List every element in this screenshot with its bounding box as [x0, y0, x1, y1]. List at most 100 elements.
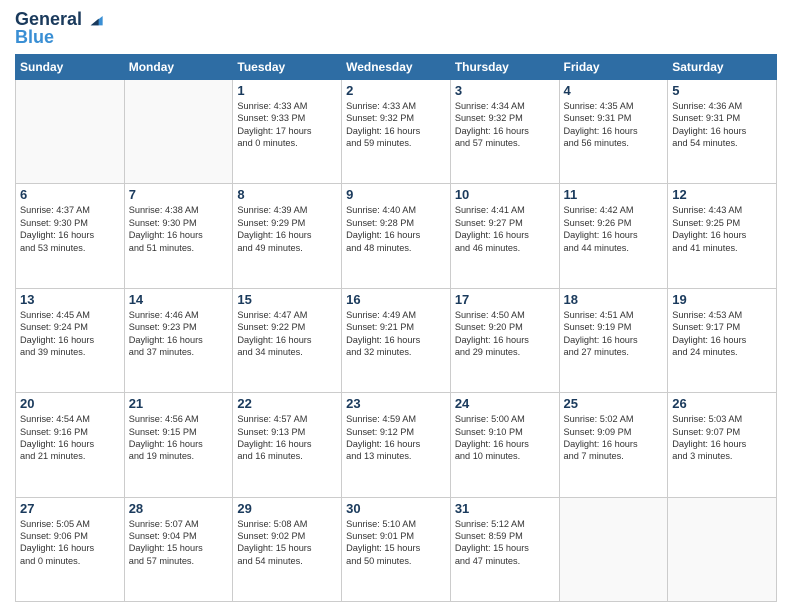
calendar-cell: 3 Sunrise: 4:34 AM Sunset: 9:32 PM Daylig… [450, 79, 559, 183]
logo: General Blue [15, 10, 104, 48]
day-number: 14 [129, 292, 229, 307]
calendar-cell [559, 497, 668, 601]
day-details: Sunrise: 5:08 AM Sunset: 9:02 PM Dayligh… [237, 518, 337, 568]
day-number: 13 [20, 292, 120, 307]
day-details: Sunrise: 5:05 AM Sunset: 9:06 PM Dayligh… [20, 518, 120, 568]
day-number: 9 [346, 187, 446, 202]
day-details: Sunrise: 4:56 AM Sunset: 9:15 PM Dayligh… [129, 413, 229, 463]
day-details: Sunrise: 4:42 AM Sunset: 9:26 PM Dayligh… [564, 204, 664, 254]
day-number: 12 [672, 187, 772, 202]
day-number: 15 [237, 292, 337, 307]
logo-blue-text: Blue [15, 28, 54, 48]
day-number: 28 [129, 501, 229, 516]
calendar-cell: 17 Sunrise: 4:50 AM Sunset: 9:20 PM Dayli… [450, 288, 559, 392]
calendar-header-thursday: Thursday [450, 54, 559, 79]
day-details: Sunrise: 4:51 AM Sunset: 9:19 PM Dayligh… [564, 309, 664, 359]
calendar-header-sunday: Sunday [16, 54, 125, 79]
day-number: 23 [346, 396, 446, 411]
calendar-cell: 6 Sunrise: 4:37 AM Sunset: 9:30 PM Daylig… [16, 184, 125, 288]
day-details: Sunrise: 5:10 AM Sunset: 9:01 PM Dayligh… [346, 518, 446, 568]
day-number: 18 [564, 292, 664, 307]
day-details: Sunrise: 4:33 AM Sunset: 9:33 PM Dayligh… [237, 100, 337, 150]
calendar-cell: 29Sunrise: 5:08 AM Sunset: 9:02 PM Dayli… [233, 497, 342, 601]
calendar-cell [124, 79, 233, 183]
day-details: Sunrise: 4:54 AM Sunset: 9:16 PM Dayligh… [20, 413, 120, 463]
day-details: Sunrise: 4:37 AM Sunset: 9:30 PM Dayligh… [20, 204, 120, 254]
day-number: 27 [20, 501, 120, 516]
calendar-cell: 13Sunrise: 4:45 AM Sunset: 9:24 PM Dayli… [16, 288, 125, 392]
day-number: 2 [346, 83, 446, 98]
day-number: 22 [237, 396, 337, 411]
week-row-5: 27 Sunrise: 5:05 AM Sunset: 9:06 PM Dayli… [16, 497, 777, 601]
day-details: Sunrise: 5:00 AM Sunset: 9:10 PM Dayligh… [455, 413, 555, 463]
calendar-cell: 26 Sunrise: 5:03 AM Sunset: 9:07 PM Dayli… [668, 393, 777, 497]
calendar-header-saturday: Saturday [668, 54, 777, 79]
day-number: 24 [455, 396, 555, 411]
day-number: 16 [346, 292, 446, 307]
day-number: 8 [237, 187, 337, 202]
day-details: Sunrise: 4:59 AM Sunset: 9:12 PM Dayligh… [346, 413, 446, 463]
day-number: 3 [455, 83, 555, 98]
day-details: Sunrise: 4:34 AM Sunset: 9:32 PM Dayligh… [455, 100, 555, 150]
calendar-cell: 10 Sunrise: 4:41 AM Sunset: 9:27 PM Dayli… [450, 184, 559, 288]
calendar-cell: 12 Sunrise: 4:43 AM Sunset: 9:25 PM Dayli… [668, 184, 777, 288]
calendar-cell: 22Sunrise: 4:57 AM Sunset: 9:13 PM Dayli… [233, 393, 342, 497]
day-details: Sunrise: 5:12 AM Sunset: 8:59 PM Dayligh… [455, 518, 555, 568]
calendar-cell: 14 Sunrise: 4:46 AM Sunset: 9:23 PM Dayli… [124, 288, 233, 392]
day-number: 11 [564, 187, 664, 202]
day-details: Sunrise: 4:33 AM Sunset: 9:32 PM Dayligh… [346, 100, 446, 150]
calendar-cell: 21 Sunrise: 4:56 AM Sunset: 9:15 PM Dayli… [124, 393, 233, 497]
calendar-cell: 24 Sunrise: 5:00 AM Sunset: 9:10 PM Dayli… [450, 393, 559, 497]
calendar-cell: 23 Sunrise: 4:59 AM Sunset: 9:12 PM Dayli… [342, 393, 451, 497]
calendar-cell: 2 Sunrise: 4:33 AM Sunset: 9:32 PM Daylig… [342, 79, 451, 183]
week-row-2: 6 Sunrise: 4:37 AM Sunset: 9:30 PM Daylig… [16, 184, 777, 288]
day-number: 4 [564, 83, 664, 98]
calendar-cell: 18 Sunrise: 4:51 AM Sunset: 9:19 PM Dayli… [559, 288, 668, 392]
calendar-cell [16, 79, 125, 183]
day-number: 19 [672, 292, 772, 307]
day-number: 10 [455, 187, 555, 202]
logo-icon [84, 10, 104, 30]
day-number: 21 [129, 396, 229, 411]
day-details: Sunrise: 5:02 AM Sunset: 9:09 PM Dayligh… [564, 413, 664, 463]
day-details: Sunrise: 4:43 AM Sunset: 9:25 PM Dayligh… [672, 204, 772, 254]
calendar-cell: 15Sunrise: 4:47 AM Sunset: 9:22 PM Dayli… [233, 288, 342, 392]
calendar-cell: 8 Sunrise: 4:39 AM Sunset: 9:29 PM Daylig… [233, 184, 342, 288]
calendar-cell: 9 Sunrise: 4:40 AM Sunset: 9:28 PM Daylig… [342, 184, 451, 288]
day-number: 1 [237, 83, 337, 98]
day-details: Sunrise: 4:38 AM Sunset: 9:30 PM Dayligh… [129, 204, 229, 254]
day-details: Sunrise: 4:50 AM Sunset: 9:20 PM Dayligh… [455, 309, 555, 359]
day-details: Sunrise: 5:03 AM Sunset: 9:07 PM Dayligh… [672, 413, 772, 463]
calendar-cell: 28 Sunrise: 5:07 AM Sunset: 9:04 PM Dayli… [124, 497, 233, 601]
day-number: 17 [455, 292, 555, 307]
calendar-header-monday: Monday [124, 54, 233, 79]
day-details: Sunrise: 5:07 AM Sunset: 9:04 PM Dayligh… [129, 518, 229, 568]
week-row-4: 20Sunrise: 4:54 AM Sunset: 9:16 PM Dayli… [16, 393, 777, 497]
day-details: Sunrise: 4:49 AM Sunset: 9:21 PM Dayligh… [346, 309, 446, 359]
day-number: 31 [455, 501, 555, 516]
day-number: 6 [20, 187, 120, 202]
header: General Blue [15, 10, 777, 48]
page: General Blue SundayMondayTuesdayWednesda… [0, 0, 792, 612]
calendar-cell: 7 Sunrise: 4:38 AM Sunset: 9:30 PM Daylig… [124, 184, 233, 288]
day-details: Sunrise: 4:36 AM Sunset: 9:31 PM Dayligh… [672, 100, 772, 150]
week-row-3: 13Sunrise: 4:45 AM Sunset: 9:24 PM Dayli… [16, 288, 777, 392]
day-details: Sunrise: 4:41 AM Sunset: 9:27 PM Dayligh… [455, 204, 555, 254]
day-number: 30 [346, 501, 446, 516]
calendar-cell [668, 497, 777, 601]
day-number: 7 [129, 187, 229, 202]
calendar-header-wednesday: Wednesday [342, 54, 451, 79]
calendar-cell: 16 Sunrise: 4:49 AM Sunset: 9:21 PM Dayli… [342, 288, 451, 392]
day-details: Sunrise: 4:39 AM Sunset: 9:29 PM Dayligh… [237, 204, 337, 254]
day-details: Sunrise: 4:40 AM Sunset: 9:28 PM Dayligh… [346, 204, 446, 254]
calendar-header-tuesday: Tuesday [233, 54, 342, 79]
day-details: Sunrise: 4:46 AM Sunset: 9:23 PM Dayligh… [129, 309, 229, 359]
calendar-cell: 30 Sunrise: 5:10 AM Sunset: 9:01 PM Dayli… [342, 497, 451, 601]
calendar-header-row: SundayMondayTuesdayWednesdayThursdayFrid… [16, 54, 777, 79]
calendar-cell: 1 Sunrise: 4:33 AM Sunset: 9:33 PM Daylig… [233, 79, 342, 183]
calendar-cell: 11 Sunrise: 4:42 AM Sunset: 9:26 PM Dayli… [559, 184, 668, 288]
day-number: 5 [672, 83, 772, 98]
day-number: 25 [564, 396, 664, 411]
day-details: Sunrise: 4:35 AM Sunset: 9:31 PM Dayligh… [564, 100, 664, 150]
day-number: 26 [672, 396, 772, 411]
